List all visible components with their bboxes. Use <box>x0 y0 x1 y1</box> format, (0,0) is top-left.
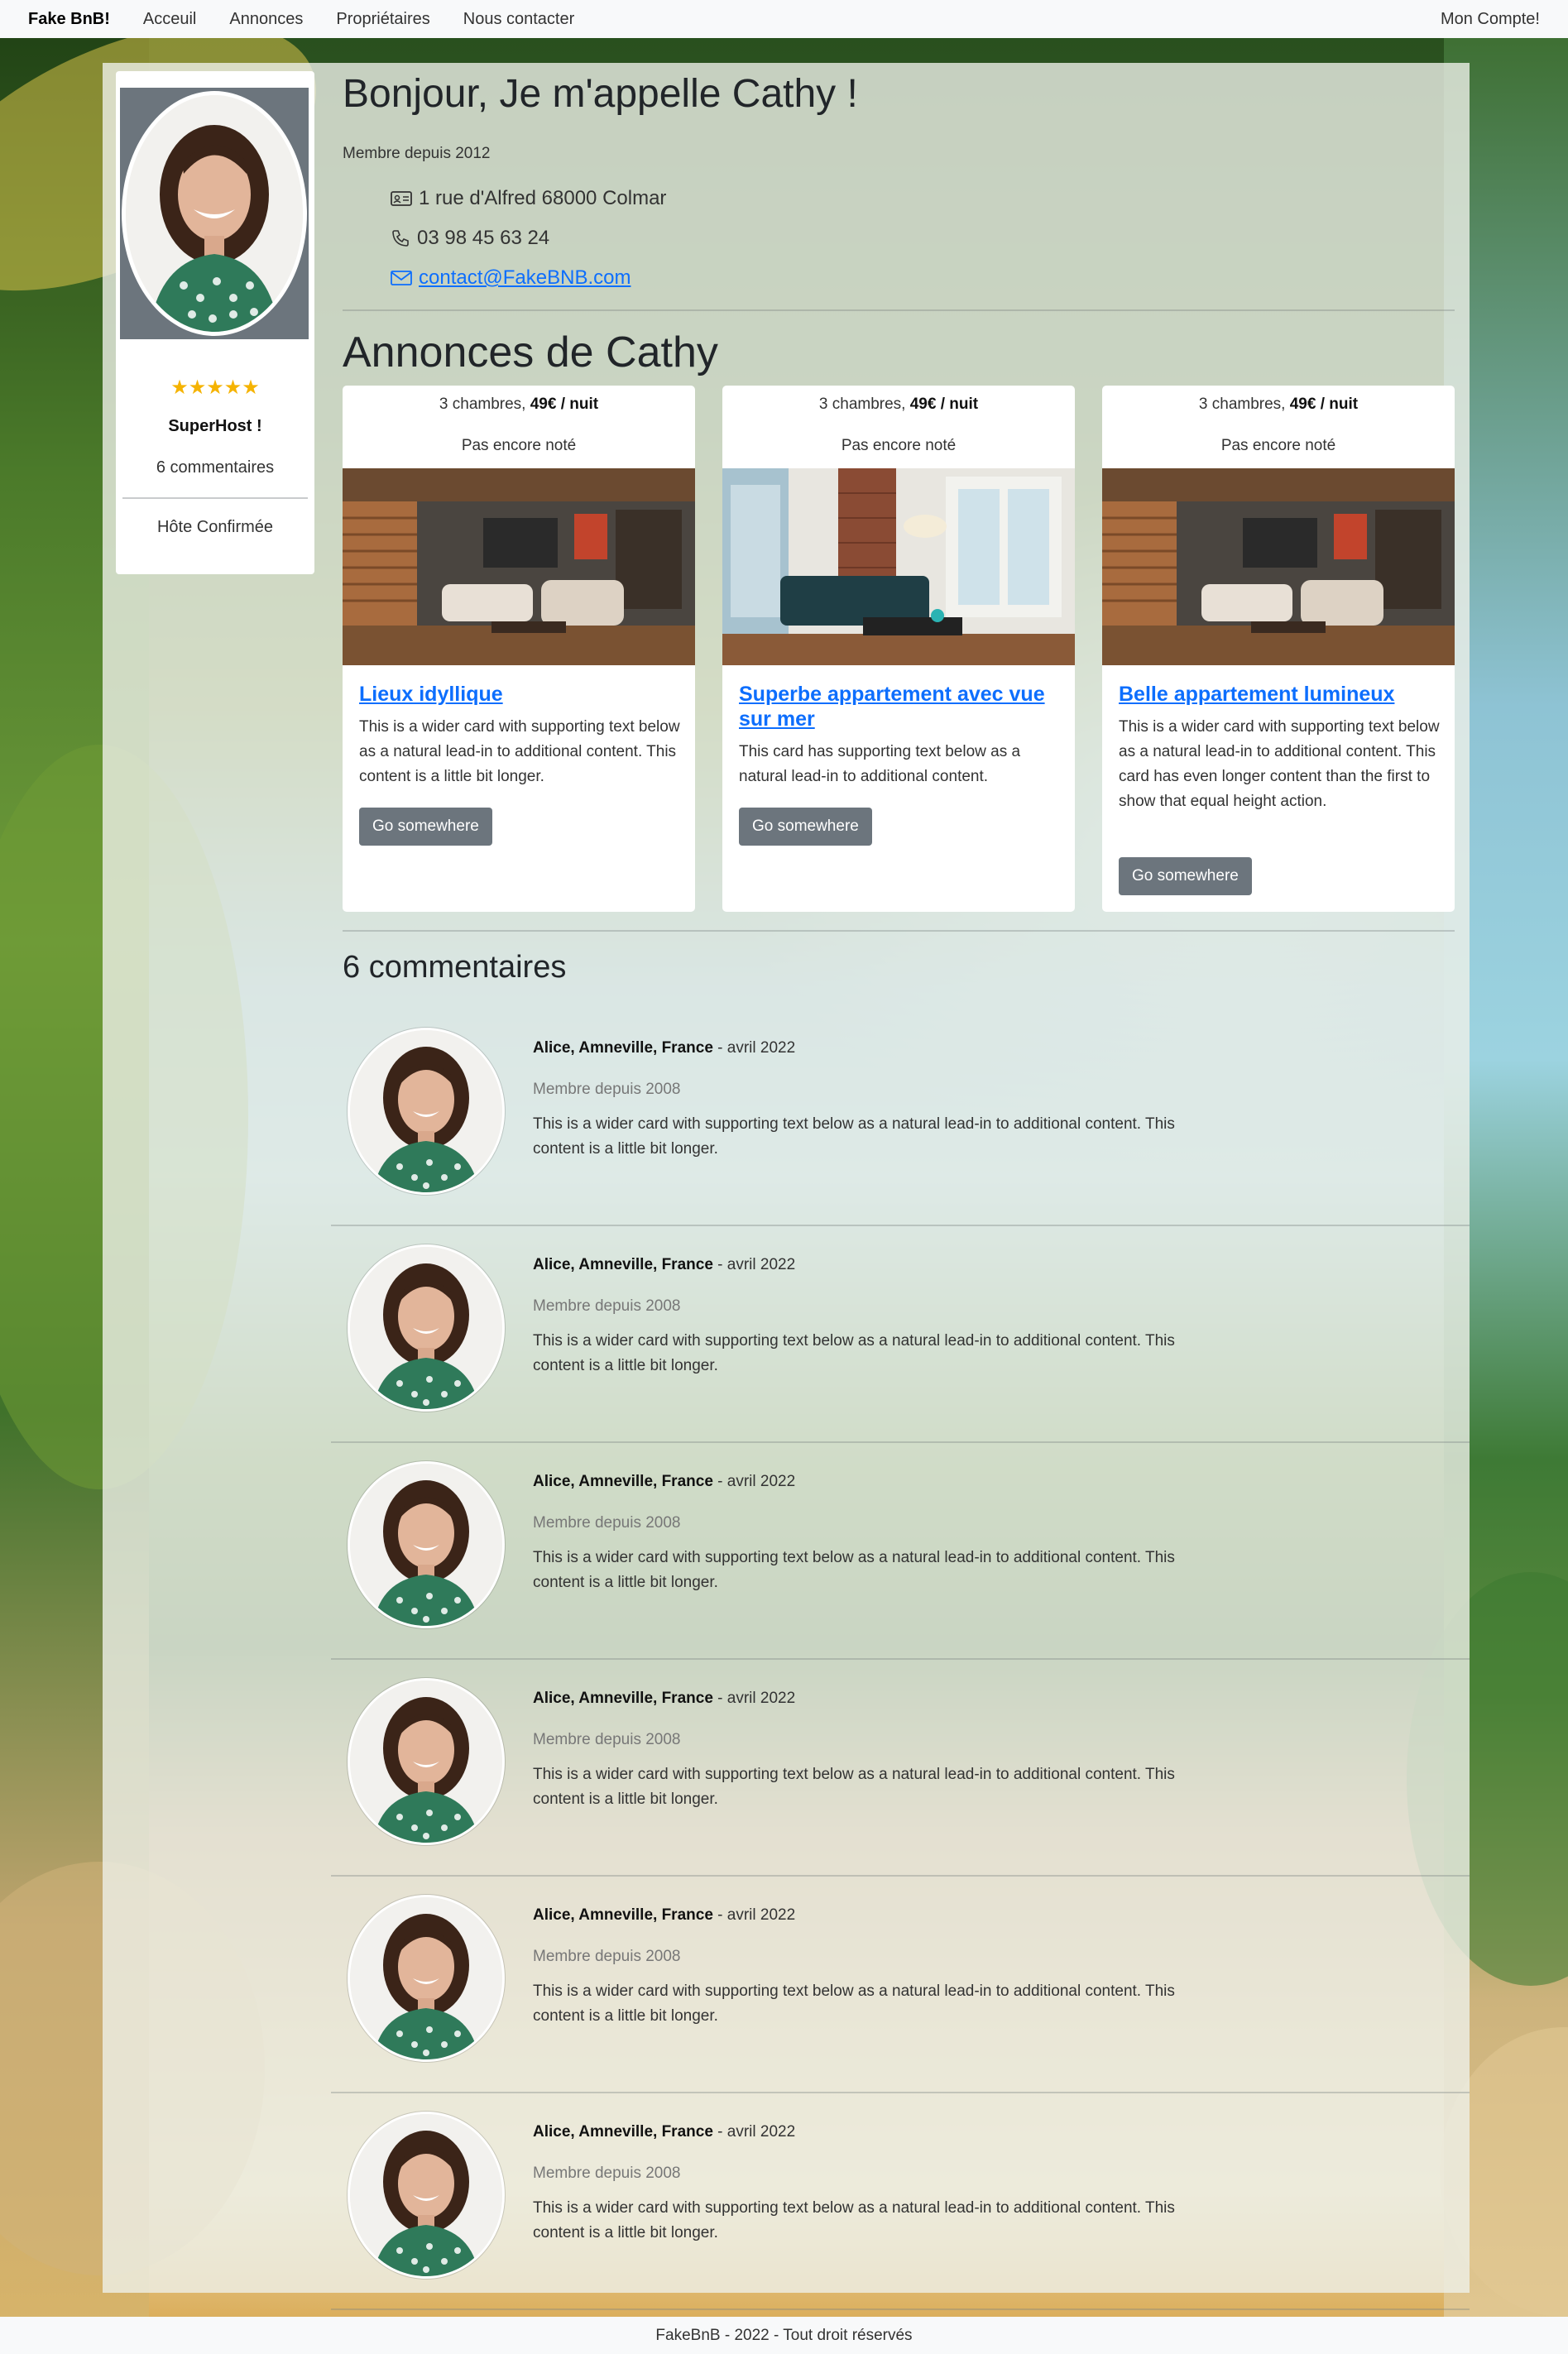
commenter-avatar[interactable] <box>348 1461 505 1628</box>
comment-header: Alice, Amneville, France - avril 2022 <box>533 2123 795 2141</box>
comment-author: Alice, Amneville, France <box>533 1256 713 1273</box>
comment-item: Alice, Amneville, France - avril 2022 Mem… <box>331 1660 1470 1877</box>
comment-item: Alice, Amneville, France - avril 2022 Mem… <box>331 1877 1470 2093</box>
comment-text: This is a wider card with supporting tex… <box>533 1115 1175 1158</box>
comments-count: 6 commentaires <box>156 458 275 477</box>
listing-photo[interactable] <box>722 468 1075 665</box>
rating-stars: ★★★★★ <box>170 376 260 399</box>
page-title: Bonjour, Je m'appelle Cathy ! <box>343 72 858 116</box>
comment-author: Alice, Amneville, France <box>533 2123 713 2141</box>
account-link[interactable]: Mon Compte! <box>1441 10 1540 29</box>
go-somewhere-button[interactable]: Go somewhere <box>359 808 492 846</box>
commenter-member-since: Membre depuis 2008 <box>533 1731 681 1748</box>
phone-text: 03 98 45 63 24 <box>417 227 550 249</box>
comment-item: Alice, Amneville, France - avril 2022 Mem… <box>331 2093 1470 2310</box>
comment-author: Alice, Amneville, France <box>533 1039 713 1057</box>
comment-item: Alice, Amneville, France - avril 2022 Mem… <box>331 1226 1470 1443</box>
comment-item: Alice, Amneville, France - avril 2022 Mem… <box>331 1009 1470 1226</box>
host-profile-card: ★★★★★ SuperHost ! 6 commentaires Hôte Co… <box>116 71 314 574</box>
host-photo-frame <box>120 88 309 339</box>
listing-photo[interactable] <box>1102 468 1455 665</box>
divider <box>122 497 308 499</box>
email-row: contact@FakeBNB.com <box>391 266 631 290</box>
comment-header: Alice, Amneville, France - avril 2022 <box>533 1906 795 1925</box>
comment-date: - avril 2022 <box>712 1690 796 1707</box>
go-somewhere-button[interactable]: Go somewhere <box>1119 857 1252 895</box>
comment-header: Alice, Amneville, France - avril 2022 <box>533 1256 795 1274</box>
address-card-icon <box>391 191 412 206</box>
comment-author: Alice, Amneville, France <box>533 1690 713 1707</box>
comment-header: Alice, Amneville, France - avril 2022 <box>533 1039 795 1057</box>
listing-description: This is a wider card with supporting tex… <box>359 718 680 785</box>
listing-title-link[interactable]: Lieux idyllique <box>359 682 682 707</box>
listing-rating: Pas encore noté <box>461 437 577 454</box>
comments-heading: 6 commentaires <box>343 950 567 985</box>
comment-text: This is a wider card with supporting tex… <box>533 1982 1175 2025</box>
commenter-member-since: Membre depuis 2008 <box>533 2165 681 2182</box>
go-somewhere-button[interactable]: Go somewhere <box>739 808 872 846</box>
listing-photo[interactable] <box>343 468 695 665</box>
member-since: Membre depuis 2012 <box>343 145 491 162</box>
address-row: 1 rue d'Alfred 68000 Colmar <box>391 187 666 210</box>
top-navbar: Fake BnB! Acceuil Annonces Propriétaires… <box>0 0 1568 38</box>
listing-card: 3 chambres, 49€ / nuit Pas encore noté L… <box>343 386 695 912</box>
commenter-avatar[interactable] <box>348 1678 505 1845</box>
commenter-member-since: Membre depuis 2008 <box>533 1948 681 1965</box>
comment-text: This is a wider card with supporting tex… <box>533 1549 1175 1591</box>
listing-meta: 3 chambres, 49€ / nuit <box>439 396 599 413</box>
comment-text: This is a wider card with supporting tex… <box>533 2199 1175 2241</box>
commenter-avatar[interactable] <box>348 1895 505 2062</box>
listing-card: 3 chambres, 49€ / nuit Pas encore noté S… <box>722 386 1075 912</box>
footer-text: FakeBnB - 2022 - Tout droit réservés <box>655 2326 913 2344</box>
divider <box>331 2308 1470 2310</box>
commenter-member-since: Membre depuis 2008 <box>533 1081 681 1098</box>
envelope-icon <box>391 271 412 285</box>
listing-description: This card has supporting text below as a… <box>739 743 1021 785</box>
superhost-badge: SuperHost ! <box>168 417 262 435</box>
commenter-avatar[interactable] <box>348 1244 505 1412</box>
comment-text: This is a wider card with supporting tex… <box>533 1332 1175 1374</box>
listing-title-link[interactable]: Superbe appartement avec vue sur mer <box>739 682 1062 731</box>
comment-header: Alice, Amneville, France - avril 2022 <box>533 1473 795 1491</box>
comment-date: - avril 2022 <box>712 1473 796 1490</box>
listing-card: 3 chambres, 49€ / nuit Pas encore noté B… <box>1102 386 1455 912</box>
comment-author: Alice, Amneville, France <box>533 1906 713 1924</box>
comment-date: - avril 2022 <box>712 1906 796 1924</box>
comment-date: - avril 2022 <box>712 1039 796 1057</box>
phone-row: 03 98 45 63 24 <box>391 227 549 250</box>
page-footer: FakeBnB - 2022 - Tout droit réservés <box>0 2317 1568 2354</box>
nav-link-proprietaires[interactable]: Propriétaires <box>336 10 429 29</box>
host-status: Hôte Confirmée <box>156 518 274 536</box>
commenter-avatar[interactable] <box>348 1028 505 1195</box>
comment-author: Alice, Amneville, France <box>533 1473 713 1490</box>
commenter-member-since: Membre depuis 2008 <box>533 1297 681 1315</box>
nav-link-accueil[interactable]: Acceuil <box>143 10 196 29</box>
divider <box>343 930 1455 932</box>
nav-link-annonces[interactable]: Annonces <box>229 10 303 29</box>
listings-heading: Annonces de Cathy <box>343 328 718 376</box>
comment-item: Alice, Amneville, France - avril 2022 Mem… <box>331 1443 1470 1660</box>
comment-date: - avril 2022 <box>712 1256 796 1273</box>
listing-rating: Pas encore noté <box>841 437 957 454</box>
phone-icon <box>392 230 409 247</box>
nav-link-contact[interactable]: Nous contacter <box>463 10 575 29</box>
comment-header: Alice, Amneville, France - avril 2022 <box>533 1690 795 1708</box>
comment-text: This is a wider card with supporting tex… <box>533 1766 1175 1808</box>
commenter-avatar[interactable] <box>348 2112 505 2279</box>
listing-meta: 3 chambres, 49€ / nuit <box>818 396 979 413</box>
comment-date: - avril 2022 <box>712 2123 796 2141</box>
address-text: 1 rue d'Alfred 68000 Colmar <box>419 187 667 209</box>
email-link[interactable]: contact@FakeBNB.com <box>419 266 631 290</box>
listing-meta: 3 chambres, 49€ / nuit <box>1198 396 1359 413</box>
listing-rating: Pas encore noté <box>1220 437 1336 454</box>
divider <box>343 309 1455 311</box>
commenter-member-since: Membre depuis 2008 <box>533 1514 681 1532</box>
listing-title-link[interactable]: Belle appartement lumineux <box>1119 682 1441 707</box>
brand-logo[interactable]: Fake BnB! <box>28 10 110 29</box>
host-avatar <box>122 91 307 336</box>
listing-description: This is a wider card with supporting tex… <box>1119 718 1440 810</box>
